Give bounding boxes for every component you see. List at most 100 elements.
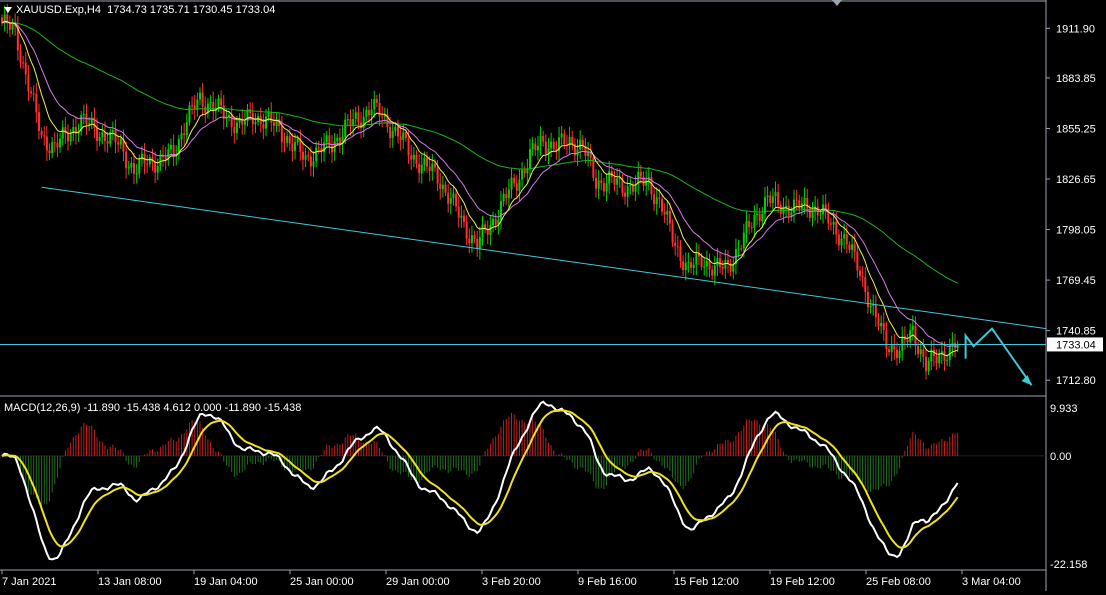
candle-body (529, 149, 531, 169)
candle-body (344, 119, 347, 137)
time-tick-label: 7 Jan 2021 (2, 576, 56, 588)
candle-body (135, 173, 138, 175)
candle-body (317, 147, 320, 149)
candle-body (927, 361, 930, 372)
candle-body (265, 116, 267, 129)
candle-body (410, 155, 413, 160)
time-tick-label: 15 Feb 12:00 (674, 576, 739, 588)
candle-body (832, 221, 835, 225)
candle-body (69, 133, 72, 142)
candle-body (653, 194, 656, 204)
candle-body (130, 163, 133, 168)
price-tick-label: 1855.25 (1056, 123, 1096, 135)
candle-body (861, 275, 864, 278)
candle-body (148, 157, 151, 165)
candle-body (307, 155, 310, 157)
candle-body (513, 177, 516, 184)
candle-body (711, 269, 714, 276)
candle-body (859, 270, 861, 276)
candle-body (687, 262, 690, 264)
candle-body (919, 349, 922, 354)
candle-body (552, 141, 555, 150)
candle-body (550, 141, 553, 149)
candle-body (737, 248, 740, 250)
candle-body (602, 183, 605, 192)
candle-body (748, 221, 751, 228)
price-tick-label: 1883.85 (1056, 73, 1096, 85)
candle-body (938, 354, 941, 363)
candle-body (296, 138, 299, 143)
symbol-header: XAUUSD.Exp,H4 1734.73 1735.71 1730.45 17… (4, 4, 275, 16)
candle-body (51, 142, 54, 154)
candle-body (53, 142, 56, 144)
candle-body (882, 322, 885, 331)
candle-body (869, 305, 872, 308)
candle-body (666, 210, 669, 215)
current-price-label: 1733.04 (1056, 339, 1096, 351)
price-tick-label: 1798.05 (1056, 225, 1096, 237)
candle-body (605, 183, 608, 192)
candle-body (56, 142, 59, 148)
candle-body (684, 262, 687, 271)
price-tick-label: 1911.90 (1056, 23, 1095, 35)
chart-canvas[interactable]: 1911.90 1883.85 1855.25 1826.65 1798.05 1769.… (0, 0, 1106, 591)
candle-body (766, 195, 769, 198)
candle-body (304, 155, 307, 160)
chart-shift-marker-icon[interactable] (832, 0, 842, 6)
candle-body (301, 151, 304, 160)
candle-body (30, 91, 33, 94)
candle-body (571, 136, 574, 145)
candle-body (449, 198, 452, 204)
candle-body (521, 169, 524, 180)
candle-body (48, 150, 51, 154)
time-tick-label: 9 Feb 16:00 (578, 576, 637, 588)
axes-layer: 1911.90 1883.85 1855.25 1826.65 1798.05 1769.… (1, 23, 1103, 588)
candle-body (399, 136, 402, 140)
candle-body (885, 330, 888, 350)
candle-body (188, 105, 191, 123)
candle-body (489, 225, 492, 235)
candle-body (806, 197, 809, 209)
candle-body (531, 143, 534, 150)
dropdown-triangle-icon[interactable] (4, 7, 12, 14)
chart-window[interactable]: 1911.90 1883.85 1855.25 1826.65 1798.05 1769.… (0, 0, 1106, 591)
candle-body (59, 138, 62, 148)
price-tick-label: 1740.85 (1056, 326, 1096, 338)
candle-body (439, 183, 442, 190)
candle-body (27, 74, 30, 92)
candle-body (352, 118, 355, 126)
candle-body (309, 156, 312, 167)
candle-body (159, 154, 162, 167)
candle-body (35, 93, 38, 113)
candle-body (370, 109, 373, 116)
candle-body (587, 152, 590, 156)
candle-body (204, 106, 207, 113)
candle-body (354, 112, 357, 119)
candle-body (719, 258, 722, 267)
candle-body (61, 127, 64, 139)
candle-body (346, 119, 349, 121)
candle-body (674, 242, 677, 247)
candle-body (457, 206, 460, 218)
candle-body (742, 232, 745, 249)
time-tick-label: 19 Jan 04:00 (194, 576, 258, 588)
candle-body (661, 199, 663, 212)
candle-body (560, 133, 563, 138)
candle-body (463, 215, 465, 222)
candle-body (19, 50, 22, 63)
candle-body (785, 205, 788, 207)
candle-body (901, 336, 904, 351)
candle-body (505, 194, 508, 199)
candle-body (24, 62, 27, 75)
candle-body (470, 235, 473, 243)
candle-body (452, 193, 455, 199)
candle-body (11, 23, 14, 30)
candle-body (563, 133, 566, 145)
candle-body (645, 180, 648, 186)
candle-body (331, 145, 333, 153)
candle-body (209, 101, 212, 104)
candle-body (774, 192, 777, 197)
candle-body (579, 139, 582, 150)
candle-body (412, 154, 415, 160)
candle-body (890, 344, 893, 353)
